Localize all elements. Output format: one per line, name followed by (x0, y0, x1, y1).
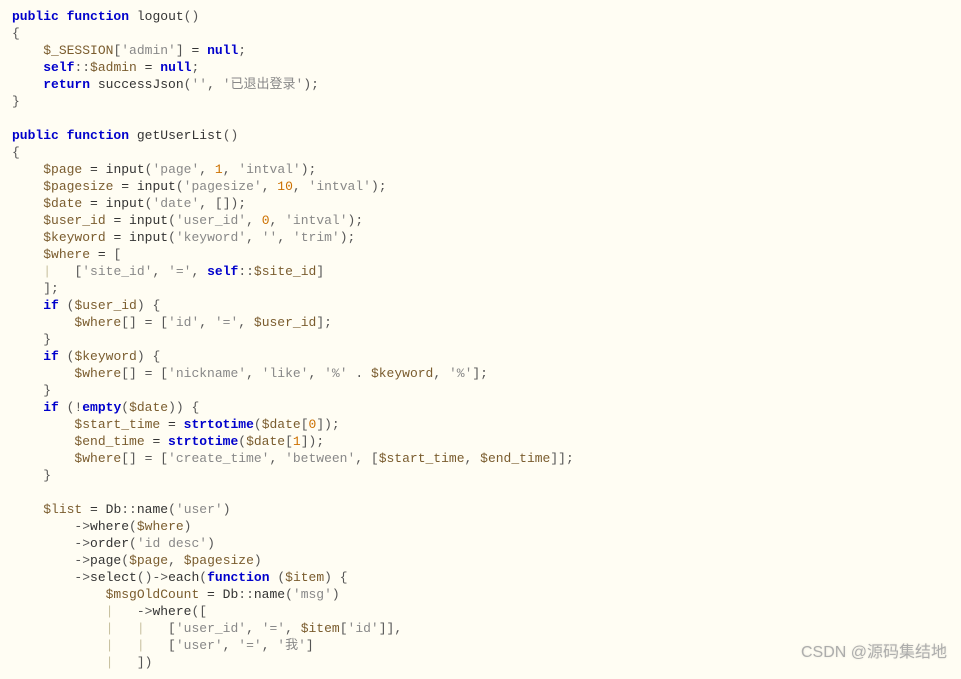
code-block: public function logout() { $_SESSION['ad… (12, 8, 949, 671)
